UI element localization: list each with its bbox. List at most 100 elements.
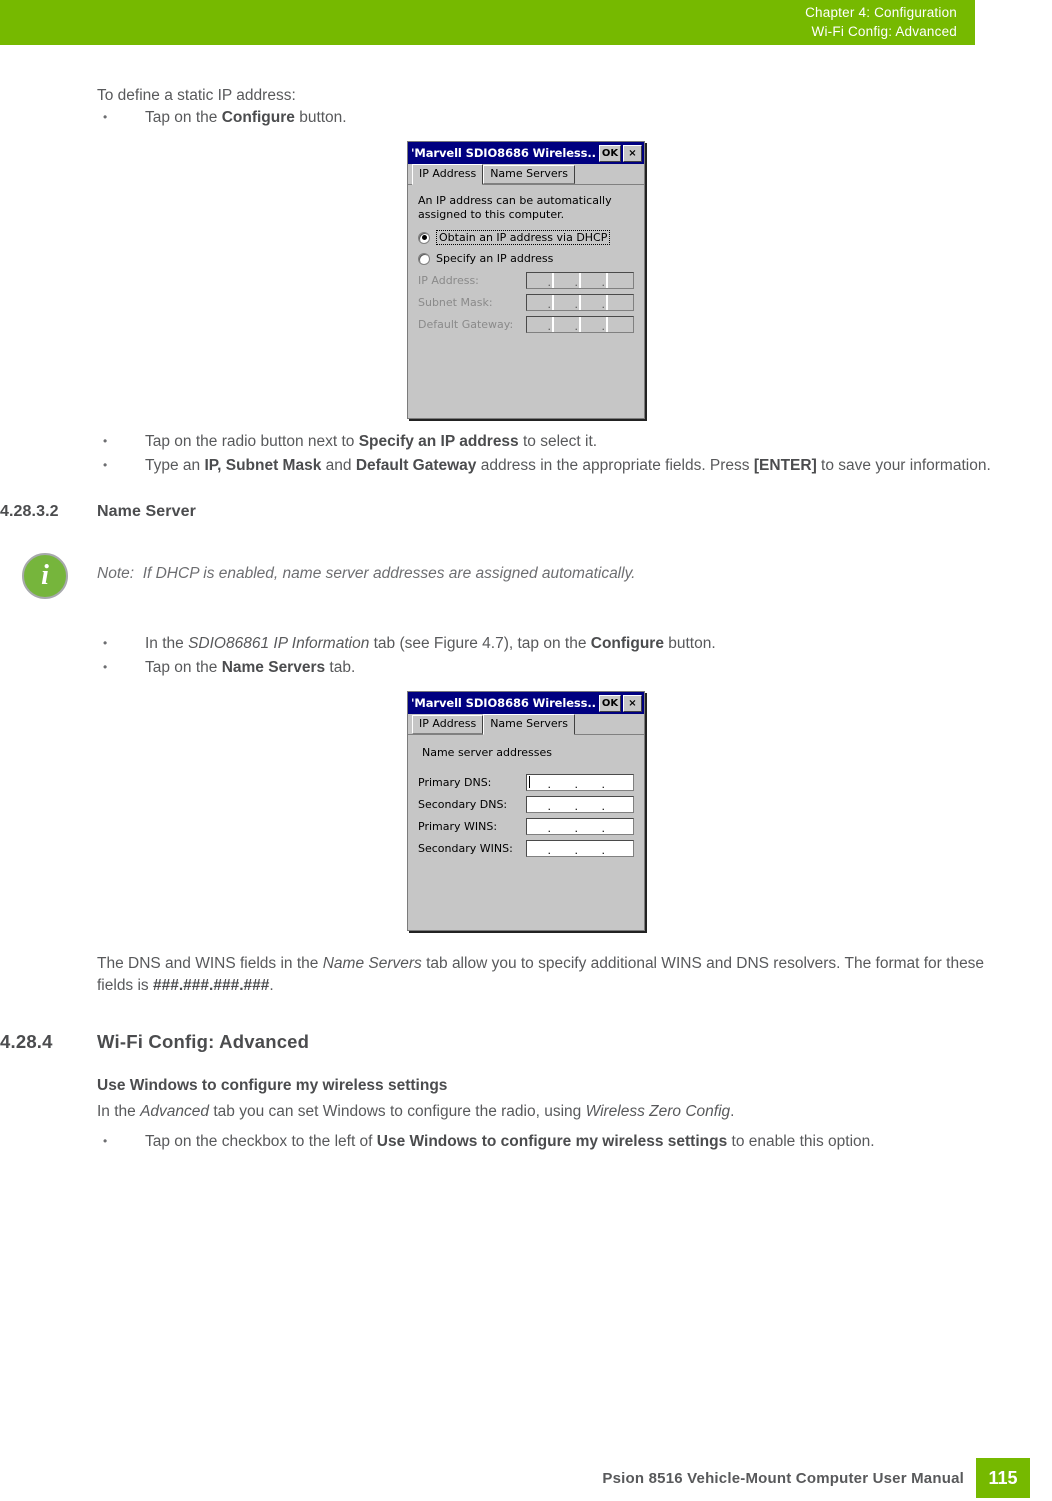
name-servers-paragraph: The DNS and WINS fields in the Name Serv… (0, 953, 1052, 997)
radio-specify-ip-icon[interactable] (418, 252, 430, 265)
close-icon[interactable]: × (623, 144, 642, 162)
bullet-text-bold: Default Gateway (355, 457, 477, 474)
ip-octet (554, 295, 579, 310)
bullet-text-bold: Configure (590, 635, 664, 652)
field-row-primary-wins: Primary WINS: (418, 818, 634, 835)
ip-octet (581, 317, 606, 332)
ok-button[interactable]: OK (599, 694, 621, 712)
dialog-empty-area (418, 338, 634, 408)
primary-dns-input[interactable] (526, 774, 634, 791)
name-server-addresses-label: Name server addresses (422, 746, 552, 759)
dialog-description: An IP address can be automatically assig… (418, 194, 612, 221)
bullet-text-bold: Configure (221, 109, 295, 126)
secondary-dns-input[interactable] (526, 796, 634, 813)
page-header: Chapter 4: Configuration Wi-Fi Config: A… (0, 0, 975, 45)
page-number: 115 (976, 1458, 1030, 1498)
bullet-text-post: button. (663, 635, 716, 652)
ip-address-input[interactable] (526, 272, 634, 289)
header-section-line: Wi-Fi Config: Advanced (811, 24, 957, 39)
close-icon[interactable]: × (623, 694, 642, 712)
ip-octet (527, 295, 552, 310)
intro-bullet-list: Tap on the Configure button. (0, 106, 1052, 129)
list-item: Tap on the checkbox to the left of Use W… (97, 1130, 997, 1153)
tab-ip-address[interactable]: IP Address (412, 164, 484, 185)
ip-octet (527, 797, 552, 812)
field-row-ip-address: IP Address: (418, 272, 634, 289)
field-row-secondary-wins: Secondary WINS: (418, 840, 634, 857)
secondary-wins-input[interactable] (526, 840, 634, 857)
dialog-body: Name server addresses Primary DNS: Secon… (408, 735, 644, 930)
ip-octet (608, 775, 633, 790)
ip-octet (554, 819, 579, 834)
ip-octet (527, 775, 552, 790)
text-caret (529, 776, 530, 788)
note-block: i Note: If DHCP is enabled, name server … (0, 553, 1052, 603)
ip-octet (608, 797, 633, 812)
field-row-secondary-dns: Secondary DNS: (418, 796, 634, 813)
ip-octet (608, 273, 633, 288)
bullet-text-pre: Tap on the radio button next to (145, 433, 359, 450)
ok-button[interactable]: OK (599, 144, 621, 162)
ip-octet (581, 295, 606, 310)
list-item: Tap on the Name Servers tab. (97, 656, 997, 679)
tab-ip-address[interactable]: IP Address (412, 715, 484, 734)
paragraph-text-post: . (269, 977, 274, 994)
bullet-text-post: tab. (325, 659, 356, 676)
dialog-title-text: 'Marvell SDIO8686 Wireless... (411, 146, 597, 160)
dialog-title-bar: 'Marvell SDIO8686 Wireless... OK × (408, 692, 644, 714)
radio-row-dhcp[interactable]: Obtain an IP address via DHCP (418, 230, 634, 245)
paragraph-text-pre: In the (97, 1103, 141, 1120)
figure-ip-address-dialog: 'Marvell SDIO8686 Wireless... OK × IP Ad… (0, 141, 1052, 419)
ip-octet (554, 775, 579, 790)
list-item: In the SDIO86861 IP Information tab (see… (97, 632, 997, 655)
tab-name-servers[interactable]: Name Servers (483, 714, 575, 735)
note-text: Note: If DHCP is enabled, name server ad… (97, 553, 1052, 585)
list-item: Tap on the Configure button. (97, 106, 997, 129)
ip-octet (608, 317, 633, 332)
bullet-text-pre: Tap on the checkbox to the left of (145, 1133, 377, 1150)
secondary-wins-label: Secondary WINS: (418, 841, 513, 855)
radio-row-specify-ip[interactable]: Specify an IP address (418, 252, 634, 265)
ip-octet (581, 797, 606, 812)
bullet-text-pre: Type an (145, 457, 205, 474)
page-content: To define a static IP address: Tap on th… (0, 45, 1052, 1155)
static-ip-bullet-list: Tap on the radio button next to Specify … (0, 430, 1052, 477)
tab-name-servers[interactable]: Name Servers (483, 165, 575, 184)
ip-octet (554, 317, 579, 332)
list-item: Tap on the radio button next to Specify … (97, 430, 997, 453)
intro-lead-paragraph: To define a static IP address: (97, 87, 296, 104)
radio-dhcp-icon[interactable] (418, 231, 430, 244)
ip-octet (554, 273, 579, 288)
paragraph-text-italic: Advanced (140, 1103, 210, 1120)
ip-octet (527, 841, 552, 856)
advanced-paragraph: In the Advanced tab you can set Windows … (0, 1101, 1052, 1123)
bullet-text-bold: Specify an IP address (358, 433, 519, 450)
bullet-text-post: to enable this option. (727, 1133, 875, 1150)
bullet-text-post: to select it. (518, 433, 598, 450)
subnet-mask-input[interactable] (526, 294, 634, 311)
primary-wins-input[interactable] (526, 818, 634, 835)
name-server-bullet-list: In the SDIO86861 IP Information tab (see… (0, 632, 1052, 679)
ce-dialog-ip-address: 'Marvell SDIO8686 Wireless... OK × IP Ad… (407, 141, 645, 419)
field-row-primary-dns: Primary DNS: (418, 774, 634, 791)
paragraph-text-italic: Name Servers (322, 955, 422, 972)
ip-octet (608, 295, 633, 310)
dialog-tab-strip: IP Address Name Servers (408, 164, 644, 185)
subheading-use-windows: Use Windows to configure my wireless set… (97, 1077, 448, 1094)
dialog-title-bar: 'Marvell SDIO8686 Wireless... OK × (408, 142, 644, 164)
note-label: Note: (97, 565, 135, 582)
dialog-body: An IP address can be automatically assig… (408, 185, 644, 418)
bullet-text-post: button. (294, 109, 347, 126)
heading-title: Name Server (97, 503, 196, 520)
primary-dns-label: Primary DNS: (418, 775, 492, 789)
default-gateway-input[interactable] (526, 316, 634, 333)
paragraph-text-pre: The DNS and WINS fields in the (97, 955, 323, 972)
heading-name-server: 4.28.3.2 Name Server (0, 503, 1052, 521)
default-gateway-label: Default Gateway: (418, 317, 514, 331)
paragraph-text-mid: tab you can set Windows to configure the… (209, 1103, 586, 1120)
radio-dhcp-label: Obtain an IP address via DHCP (436, 230, 611, 245)
bullet-text-mid: tab (see Figure 4.7), tap on the (369, 635, 591, 652)
advanced-bullet-list: Tap on the checkbox to the left of Use W… (0, 1130, 1052, 1153)
header-chapter-line: Chapter 4: Configuration (805, 5, 957, 20)
ip-octet (527, 317, 552, 332)
